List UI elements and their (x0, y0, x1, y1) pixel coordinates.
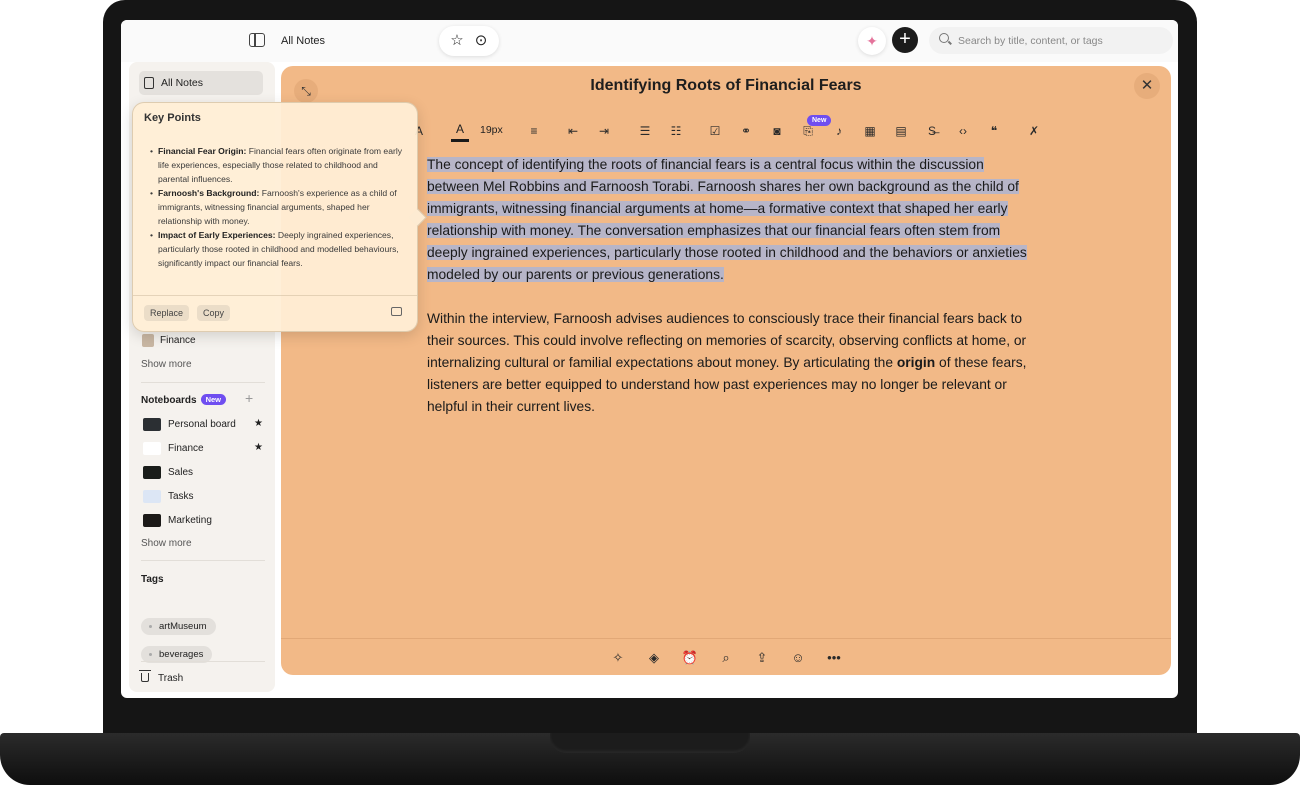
table-icon[interactable]: ▤ (891, 122, 911, 140)
show-more-notes[interactable]: Show more (141, 359, 192, 370)
align-icon[interactable]: ≡ (524, 122, 544, 140)
divider (133, 295, 417, 296)
noteboard-thumbnail (143, 466, 161, 479)
share-icon[interactable]: ⇪ (753, 649, 771, 667)
sidebar-item-label: Trash (158, 673, 184, 684)
text-color-icon[interactable]: A (451, 122, 469, 142)
close-icon[interactable]: ✕ (1134, 73, 1160, 99)
sidebar-item-all-notes[interactable]: All Notes (139, 71, 263, 95)
bullet-list-icon[interactable]: ☰ (635, 122, 655, 140)
search-in-note-icon[interactable]: ⌕ (717, 649, 735, 667)
note-body[interactable]: The concept of identifying the roots of … (427, 154, 1027, 440)
copy-button[interactable]: Copy (197, 305, 231, 321)
key-point-heading: Impact of Early Experiences: (158, 230, 276, 240)
noteboard-thumbnail (143, 514, 161, 527)
bold-text: origin (896, 355, 936, 370)
replace-button[interactable]: Replace (144, 305, 190, 321)
collaborator-icon[interactable]: ☺ (789, 649, 807, 667)
laptop-notch (550, 733, 750, 753)
noteboards-heading-label: Noteboards (141, 395, 197, 406)
noteboard-name: Tasks (168, 491, 194, 502)
indent-icon[interactable]: ⇥ (594, 122, 614, 140)
ai-sparkle-button[interactable]: ✦ (858, 27, 886, 55)
noteboard-item[interactable]: Finance ★ (141, 440, 271, 458)
more-icon[interactable]: ••• (825, 649, 843, 667)
app-screen: All Notes ☆ ⊙ ✦ + Search by title, conte… (121, 20, 1178, 698)
note-actions-pill: ☆ ⊙ (439, 26, 499, 56)
noteboard-name: Sales (168, 467, 194, 478)
star-filled-icon[interactable]: ★ (254, 442, 263, 453)
sparkle-icon: ✦ (866, 33, 878, 49)
document-icon (144, 77, 154, 89)
paragraph-1[interactable]: The concept of identifying the roots of … (427, 154, 1027, 286)
list-item: Impact of Early Experiences: Deeply ingr… (150, 228, 405, 270)
selected-text[interactable]: The concept of identifying the roots of … (427, 157, 1027, 282)
noteboard-item[interactable]: Tasks (141, 488, 271, 506)
noteboard-name: Marketing (168, 515, 212, 526)
key-points-list: Financial Fear Origin: Financial fears o… (150, 144, 405, 270)
noteboard-name: Finance (168, 443, 204, 454)
sidebar-item-trash[interactable]: Trash (139, 670, 184, 684)
outdent-icon[interactable]: ⇤ (563, 122, 583, 140)
new-badge: New (807, 115, 832, 126)
tags-heading: Tags (141, 574, 164, 585)
note-title[interactable]: Identifying Roots of Financial Fears (281, 77, 1171, 95)
search-icon (939, 33, 949, 43)
font-size-select[interactable]: 19px (480, 124, 503, 136)
star-icon[interactable]: ☆ (448, 32, 466, 50)
key-point-heading: Financial Fear Origin: (158, 146, 247, 156)
alarm-icon[interactable]: ⏰ (681, 649, 699, 667)
noteboard-thumbnail (143, 490, 161, 503)
list-item: Financial Fear Origin: Financial fears o… (150, 144, 405, 186)
noteboard-item[interactable]: Personal board ★ (141, 416, 271, 434)
search-input[interactable]: Search by title, content, or tags (958, 35, 1103, 47)
search-bar[interactable]: Search by title, content, or tags (929, 27, 1173, 54)
code-icon[interactable]: ‹› (953, 122, 973, 140)
clear-format-icon[interactable]: ✗ (1024, 122, 1044, 140)
sidebar-toggle-icon[interactable] (249, 33, 265, 47)
note-thumbnail (142, 334, 154, 347)
tag-chip[interactable]: artMuseum (141, 618, 216, 635)
camera-icon[interactable]: ◙ (767, 122, 787, 140)
noteboard-thumbnail (143, 418, 161, 431)
key-points-title: Key Points (144, 112, 201, 124)
new-note-button[interactable]: + (892, 27, 918, 53)
ai-sparkle-icon[interactable]: ✧ (609, 649, 627, 667)
numbered-list-icon[interactable]: ☷ (666, 122, 686, 140)
microphone-icon[interactable]: ♪ (829, 122, 849, 140)
new-badge: New (200, 394, 226, 405)
quote-icon[interactable]: ❝ (984, 122, 1004, 140)
add-noteboard-icon[interactable]: + (245, 390, 253, 406)
strikethrough-icon[interactable]: S̶ (922, 122, 942, 140)
trash-icon (139, 670, 151, 682)
top-bar: All Notes ☆ ⊙ ✦ + Search by title, conte… (121, 20, 1178, 62)
sidebar-item-finance-note[interactable]: Finance (141, 332, 271, 350)
noteboard-item[interactable]: Sales (141, 464, 271, 482)
page-title: All Notes (281, 35, 326, 47)
noteboard-item[interactable]: Marketing (141, 512, 271, 530)
noteboard-name: Personal board (168, 419, 236, 430)
comment-icon[interactable] (391, 307, 402, 316)
sidebar-item-label: Finance (160, 335, 196, 346)
paragraph-2[interactable]: Within the interview, Farnoosh advises a… (427, 308, 1027, 418)
show-more-noteboards[interactable]: Show more (141, 538, 192, 549)
divider (141, 560, 265, 561)
more-options-icon[interactable]: ⊙ (472, 32, 490, 50)
noteboards-heading: Noteboards New (141, 394, 226, 406)
calendar-icon[interactable]: ▦ (860, 122, 880, 140)
paint-bucket-icon[interactable]: ◈ (645, 649, 663, 667)
divider (141, 661, 265, 662)
star-filled-icon[interactable]: ★ (254, 418, 263, 429)
sidebar-item-label: All Notes (161, 77, 204, 89)
noteboard-thumbnail (143, 442, 161, 455)
list-item: Farnoosh's Background: Farnoosh's experi… (150, 186, 405, 228)
key-points-popover: Key Points Financial Fear Origin: Financ… (132, 102, 418, 332)
checkbox-icon[interactable]: ☑ (705, 122, 725, 140)
key-point-heading: Farnoosh's Background: (158, 188, 260, 198)
link-icon[interactable]: ⚭ (736, 122, 756, 140)
divider (141, 382, 265, 383)
divider (281, 638, 1171, 639)
